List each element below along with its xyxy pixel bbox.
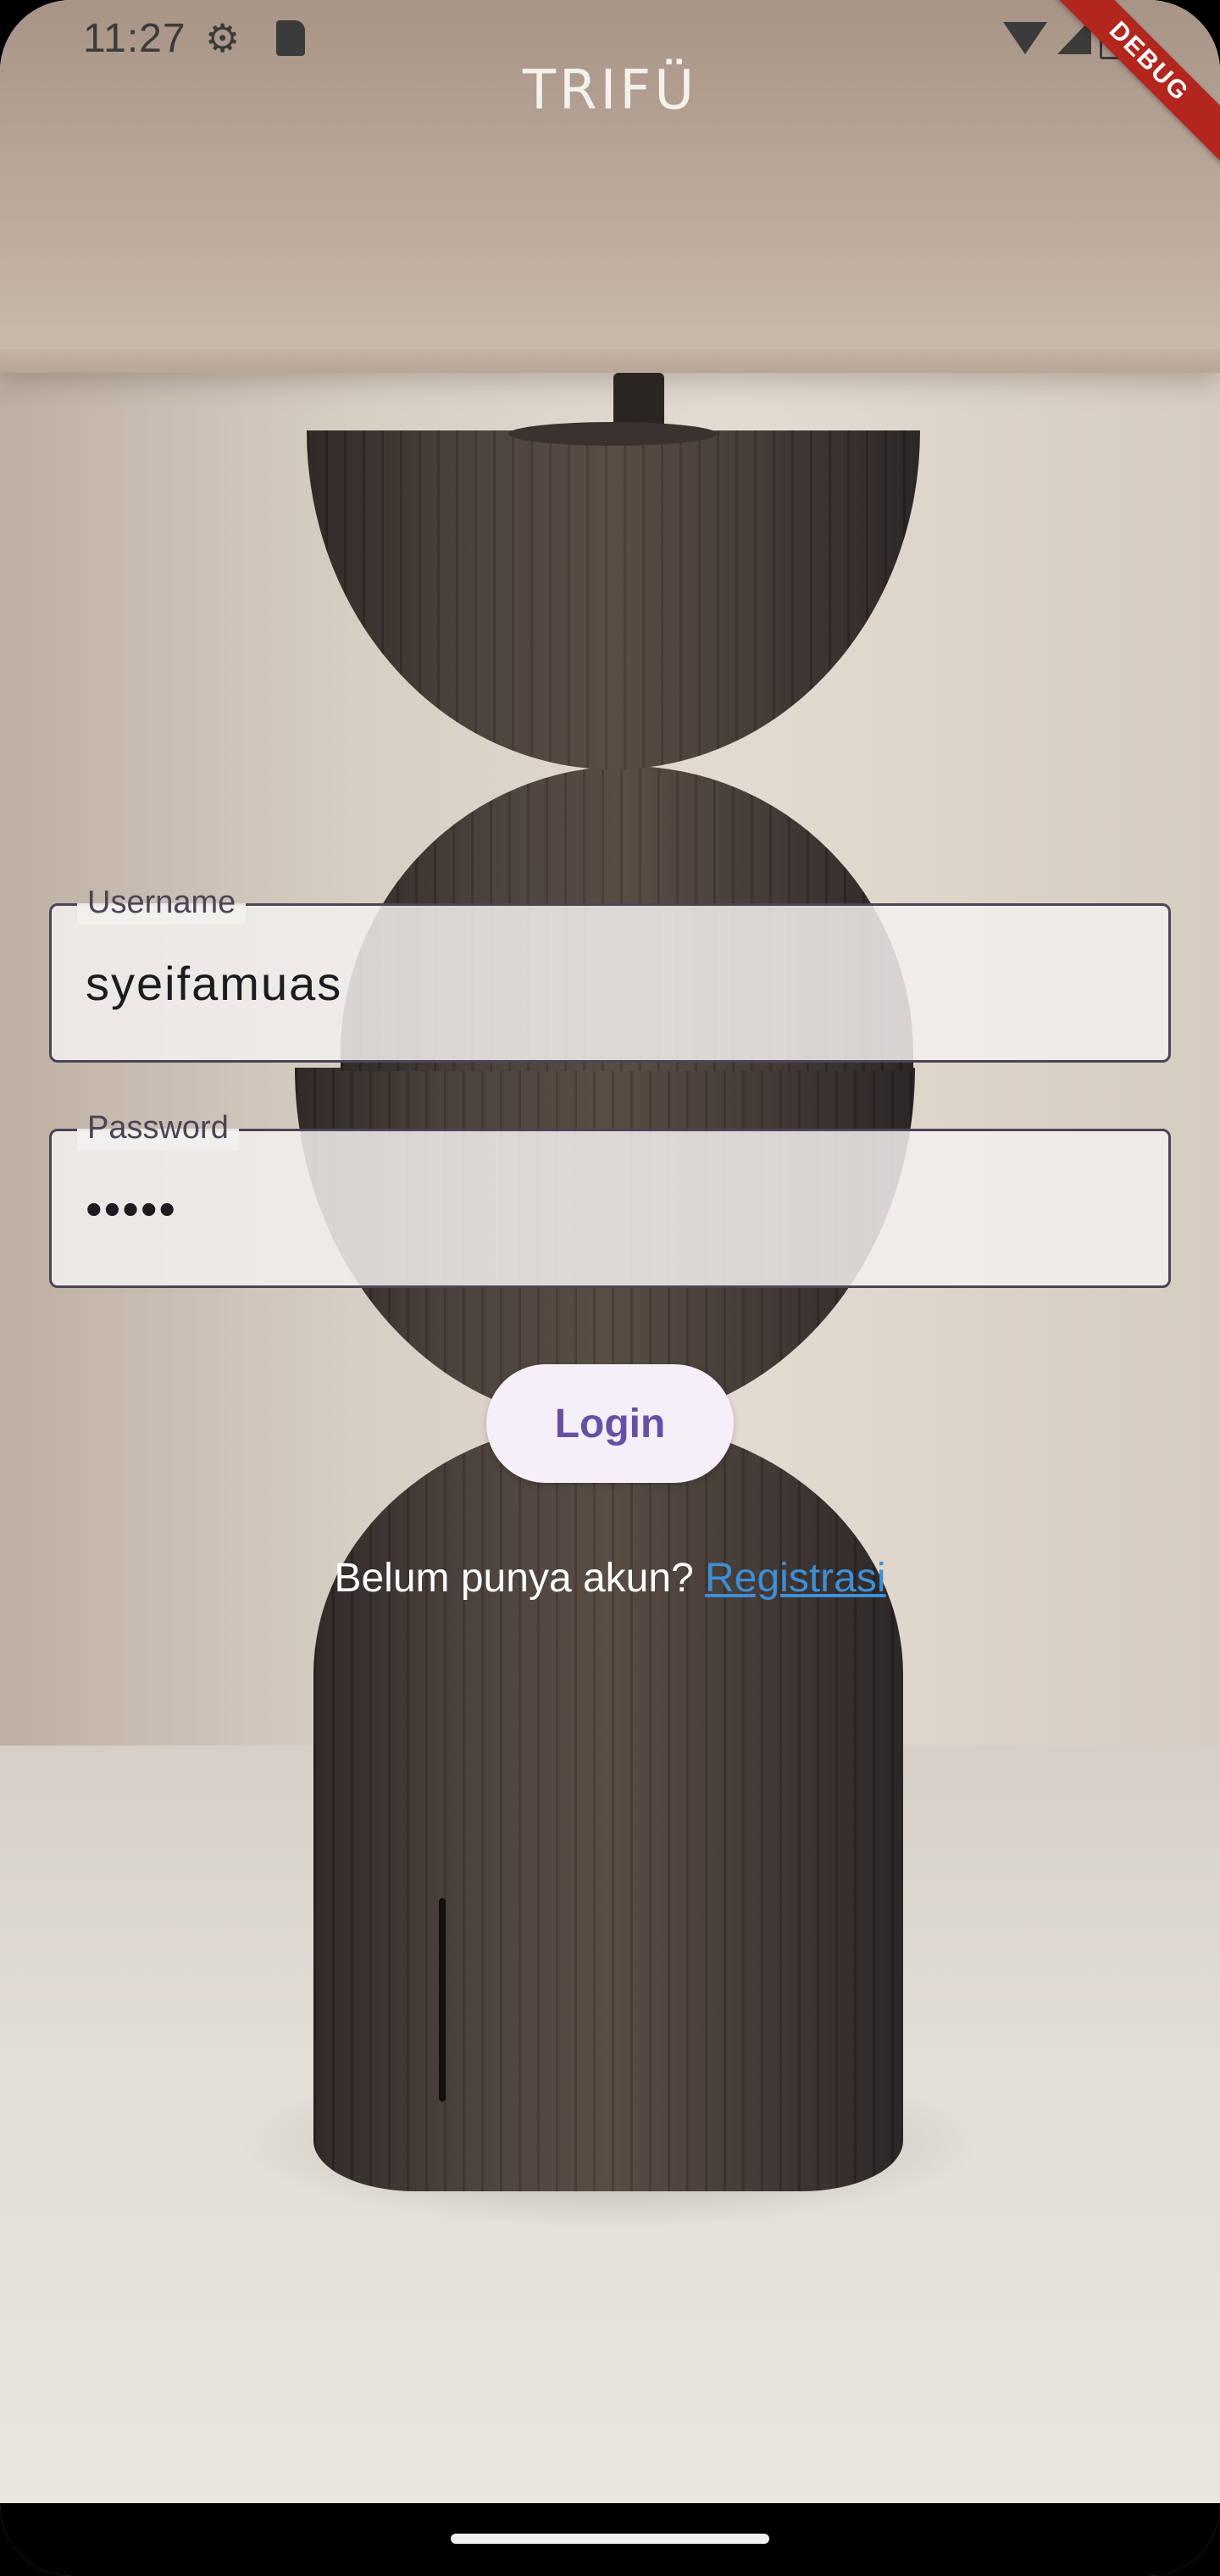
register-row: Belum punya akun? Registrasi — [0, 1551, 1220, 1607]
username-label: Username — [77, 880, 247, 924]
login-button[interactable]: Login — [486, 1364, 734, 1483]
register-prompt: Belum punya akun? — [334, 1556, 694, 1601]
register-link[interactable]: Registrasi — [705, 1556, 885, 1601]
lamp-base-body — [313, 1420, 903, 2191]
app-title: TRIFÜ — [522, 59, 698, 122]
sd-card-icon — [276, 20, 305, 56]
app-screen: 11:27 ⚙ DEBUG TRIFÜ Username Password ••… — [0, 0, 1220, 2576]
lamp-base-crack — [439, 1898, 446, 2101]
password-input[interactable]: ••••• — [86, 1177, 1134, 1241]
status-time: 11:27 — [83, 16, 186, 61]
background-lamp-image — [0, 0, 1220, 2576]
home-indicator[interactable] — [451, 2534, 769, 2544]
gear-icon: ⚙ — [205, 16, 241, 60]
username-input[interactable] — [86, 952, 1134, 1016]
navigation-bar — [0, 2503, 1220, 2576]
password-field[interactable]: Password ••••• — [49, 1106, 1171, 1288]
username-field[interactable]: Username — [49, 880, 1171, 1063]
password-label: Password — [77, 1106, 239, 1150]
lamp-washer — [508, 422, 717, 446]
lamp-shade-edge — [0, 349, 1220, 373]
